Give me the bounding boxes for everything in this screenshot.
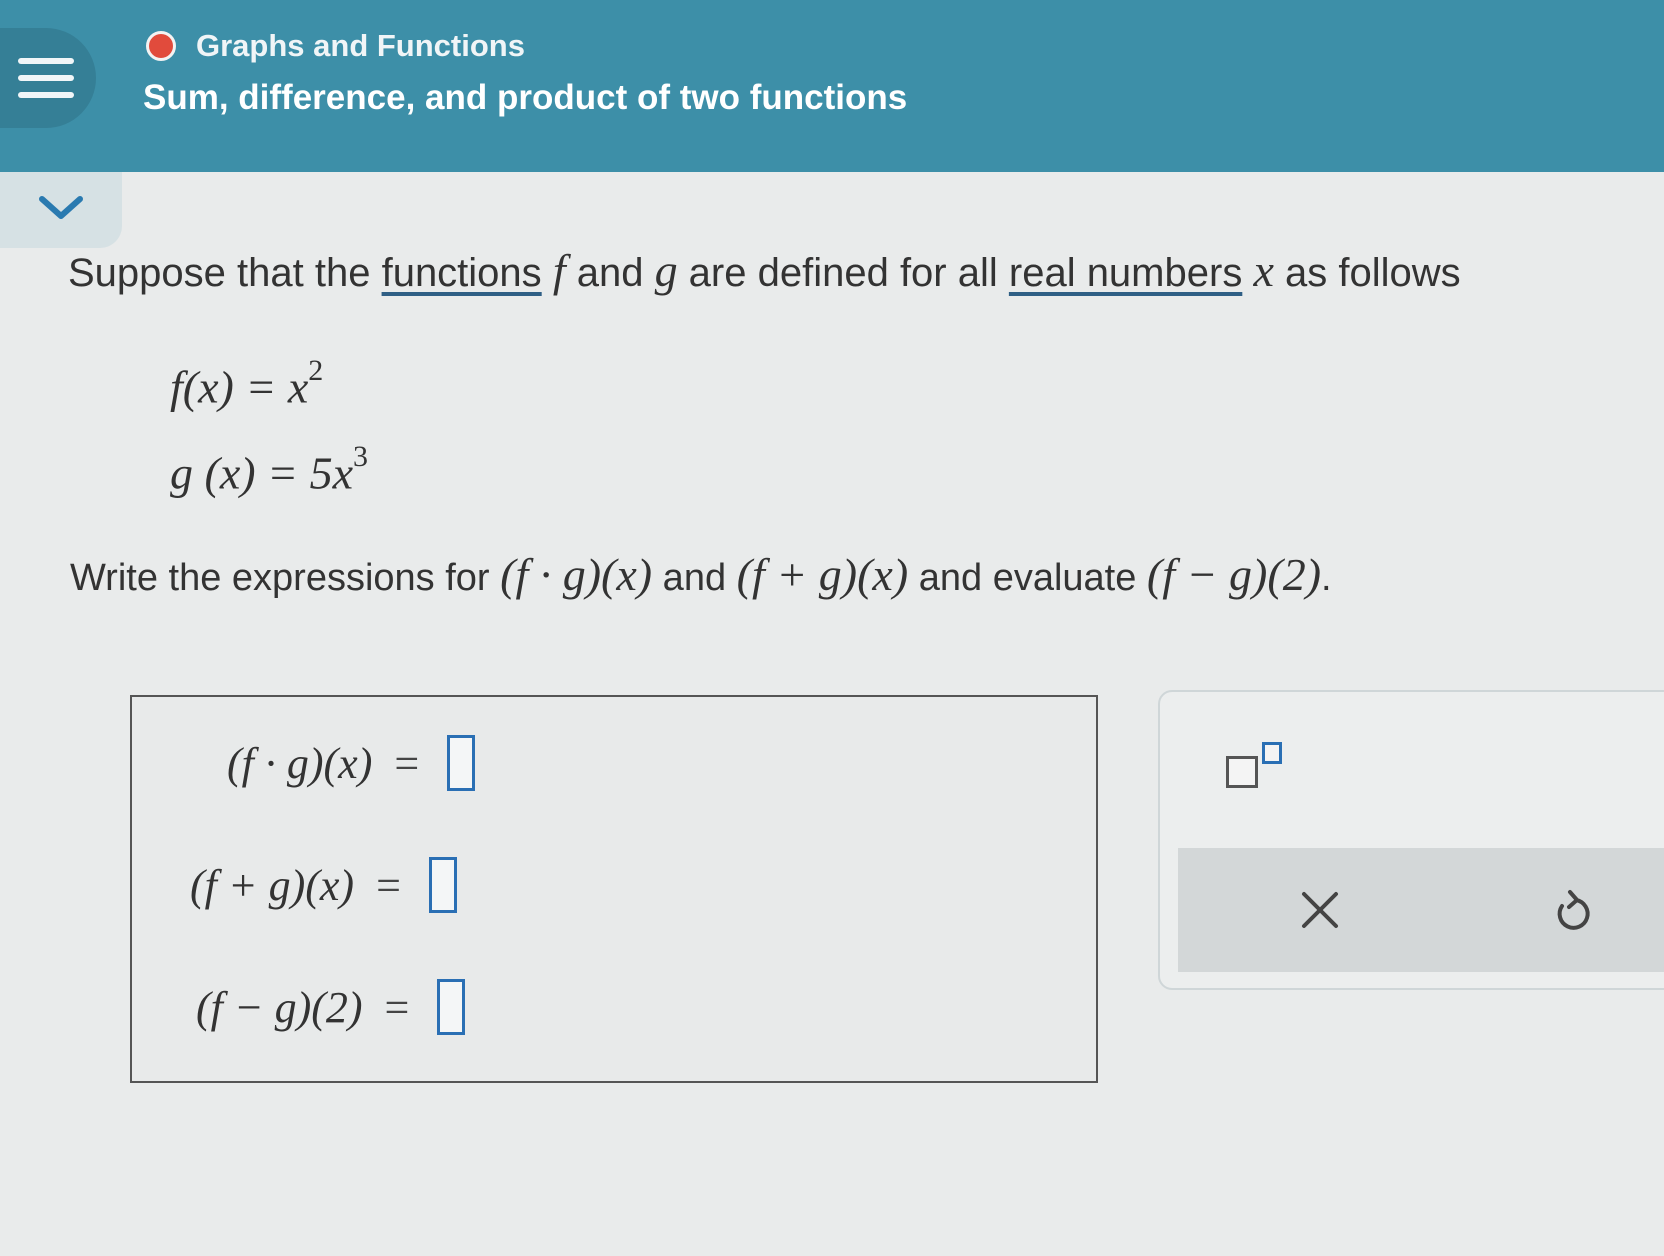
undo-button[interactable] [1540, 882, 1600, 942]
equals-sign: = [384, 982, 410, 1032]
page-title: Sum, difference, and product of two func… [143, 78, 908, 117]
expr-product: (f · g)(x) [500, 549, 653, 600]
problem-statement: Suppose that the functions f and g are d… [68, 244, 1461, 297]
answer-label: (f · g)(x) [227, 738, 373, 788]
function-definitions: f(x) = x2 g (x) = 5x3 [170, 354, 368, 532]
x-icon [1302, 892, 1338, 928]
g-definition: g (x) = 5x3 [170, 440, 368, 532]
answer-row-product: (f · g)(x) = [227, 735, 476, 791]
menu-icon [18, 58, 74, 64]
answer-label: (f − g)(2) [196, 982, 363, 1032]
real-numbers-link[interactable]: real numbers [1009, 251, 1242, 295]
question-lead: Write the expressions for [70, 557, 501, 599]
action-bar [1178, 848, 1664, 972]
expr-difference: (f − g)(2) [1146, 549, 1322, 600]
menu-icon-line [18, 92, 74, 98]
topic-label: Graphs and Functions [196, 28, 525, 63]
sum-input[interactable] [428, 857, 457, 913]
clear-button[interactable] [1290, 880, 1350, 940]
var-g: g [654, 245, 678, 296]
prompt-text: and [565, 251, 655, 295]
menu-button[interactable] [0, 28, 96, 128]
progress-dot-icon [146, 31, 176, 61]
exponent-template-icon [1226, 756, 1258, 788]
expr-sum: (f + g)(x) [736, 549, 909, 600]
collapse-button[interactable] [0, 172, 122, 248]
math-toolbar [1158, 690, 1664, 990]
topic-breadcrumb: Graphs and Functions [146, 28, 525, 64]
undo-icon [1557, 890, 1590, 930]
prompt-text: are defined for all [677, 251, 1009, 295]
answer-row-sum: (f + g)(x) = [190, 857, 457, 913]
product-input[interactable] [447, 735, 476, 791]
equals-sign: = [394, 738, 420, 788]
question-and: and [652, 557, 737, 599]
prompt-text: Suppose that the [68, 251, 382, 295]
menu-icon-line [18, 75, 74, 81]
answer-row-difference: (f − g)(2) = [196, 979, 466, 1035]
question-text: Write the expressions for (f · g)(x) and… [70, 548, 1332, 601]
g-exponent: 3 [353, 440, 369, 473]
var-f: f [552, 245, 566, 296]
answer-label: (f + g)(x) [190, 860, 355, 910]
question-mid: and evaluate [908, 557, 1147, 599]
exponent-slot-icon [1262, 742, 1282, 764]
f-definition: f(x) = x2 [170, 354, 368, 446]
functions-link[interactable]: functions [382, 251, 542, 295]
var-x: x [1253, 245, 1274, 296]
f-exponent: 2 [308, 354, 324, 387]
equals-sign: = [376, 860, 401, 910]
exponent-button[interactable] [1220, 738, 1300, 798]
chevron-down-icon [39, 196, 83, 219]
header-bar: Graphs and Functions Sum, difference, an… [0, 0, 1664, 172]
difference-input[interactable] [437, 979, 466, 1035]
question-end: . [1321, 557, 1332, 599]
answer-area: (f · g)(x) = (f + g)(x) = (f − g)(2) = [130, 695, 1098, 1083]
g-definition-text: g (x) = 5x [170, 447, 354, 499]
prompt-text: as follows [1273, 251, 1461, 295]
f-definition-text: f(x) = x [170, 361, 309, 413]
